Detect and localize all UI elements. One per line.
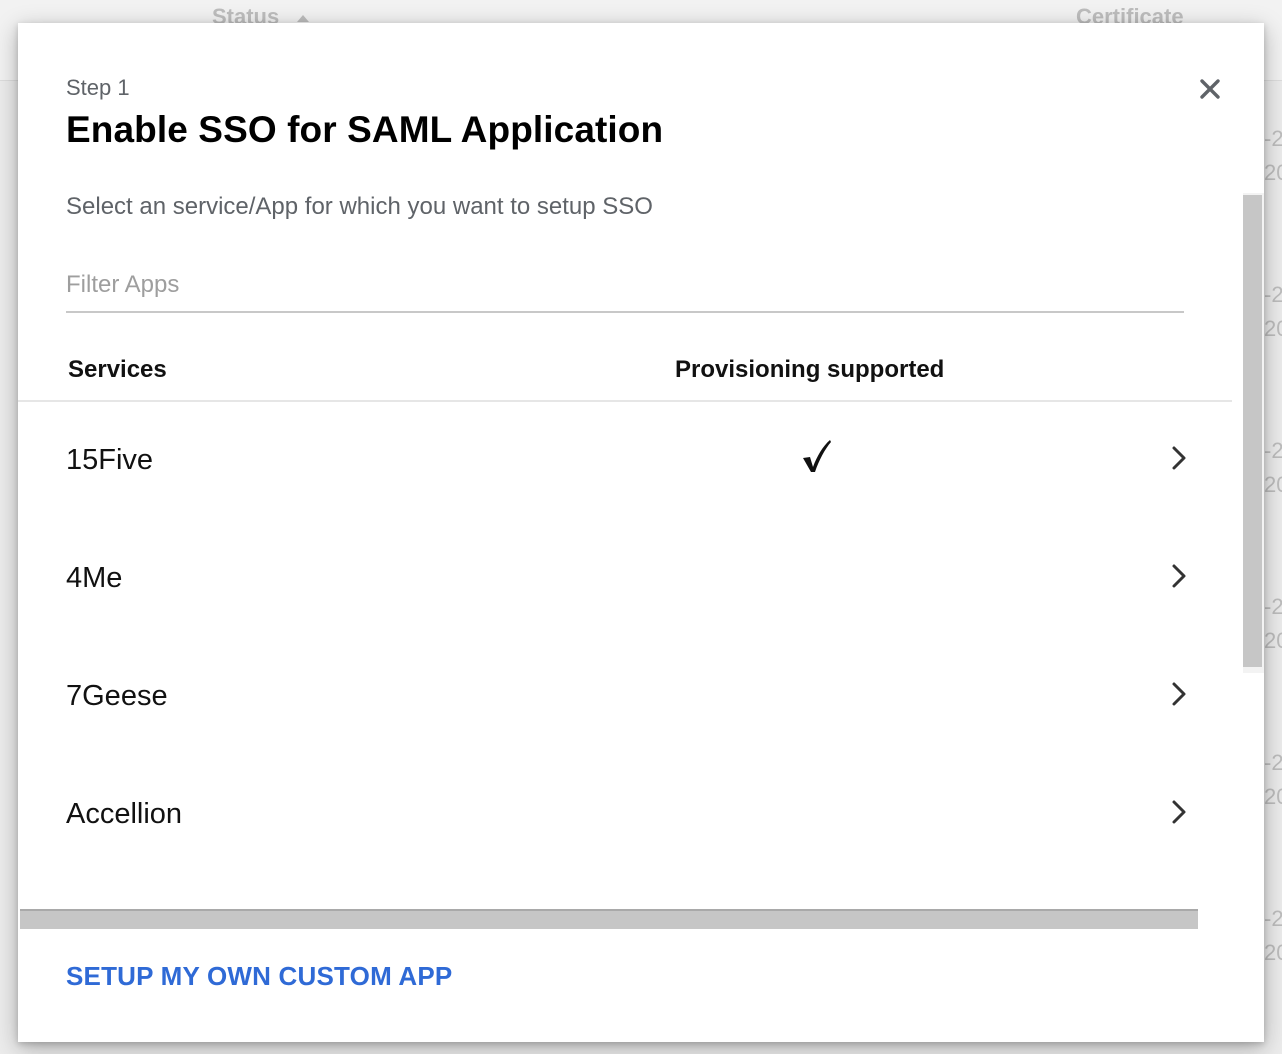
list-item[interactable]: 15Five — [18, 402, 1232, 520]
apps-list[interactable]: 15Five 4Me 7Geese Accellion — [18, 402, 1232, 910]
background-date-fragment: 20 — [1264, 940, 1282, 965]
background-date-fragment: -2 — [1264, 750, 1282, 775]
setup-custom-app-link[interactable]: SETUP MY OWN CUSTOM APP — [66, 961, 452, 992]
checkmark-icon — [803, 440, 831, 472]
chevron-right-icon — [1172, 564, 1186, 588]
step-label: Step 1 — [66, 75, 130, 100]
app-name: 7Geese — [66, 680, 168, 712]
list-item[interactable]: 7Geese — [18, 638, 1232, 756]
sort-ascending-icon — [297, 14, 310, 22]
background-date-fragment: -2 — [1264, 438, 1282, 463]
dialog-title: Enable SSO for SAML Application — [66, 109, 664, 150]
background-date-fragment: -2 — [1264, 282, 1282, 307]
enable-sso-dialog: Step 1 Enable SSO for SAML Application S… — [18, 23, 1264, 1042]
column-header-provisioning: Provisioning supported — [675, 356, 945, 383]
background-date-fragment: 20 — [1264, 628, 1282, 653]
filter-apps-input[interactable] — [66, 259, 1184, 313]
app-name: 15Five — [66, 444, 154, 476]
column-header-services: Services — [68, 356, 167, 383]
horizontal-scrollbar[interactable] — [20, 909, 1198, 929]
chevron-right-icon — [1172, 800, 1186, 824]
background-date-fragment: 20 — [1264, 160, 1282, 185]
background-date-fragment: -2 — [1264, 906, 1282, 931]
background-date-fragment: -2 — [1264, 126, 1282, 151]
chevron-right-icon — [1172, 446, 1186, 470]
list-item[interactable]: 4Me — [18, 520, 1232, 638]
background-date-fragment: 20 — [1264, 316, 1282, 341]
vertical-scrollbar-thumb[interactable] — [1243, 195, 1262, 667]
background-date-fragment: 20 — [1264, 784, 1282, 809]
background-date-fragment: -2 — [1264, 594, 1282, 619]
close-icon — [1200, 79, 1220, 99]
chevron-right-icon — [1172, 682, 1186, 706]
dialog-subtitle: Select an service/App for which you want… — [66, 193, 653, 220]
list-item[interactable]: Accellion — [18, 756, 1232, 874]
app-name: Accellion — [66, 798, 183, 830]
close-button[interactable] — [1194, 73, 1226, 105]
app-name: 4Me — [66, 562, 123, 594]
background-date-fragment: 20 — [1264, 472, 1282, 497]
